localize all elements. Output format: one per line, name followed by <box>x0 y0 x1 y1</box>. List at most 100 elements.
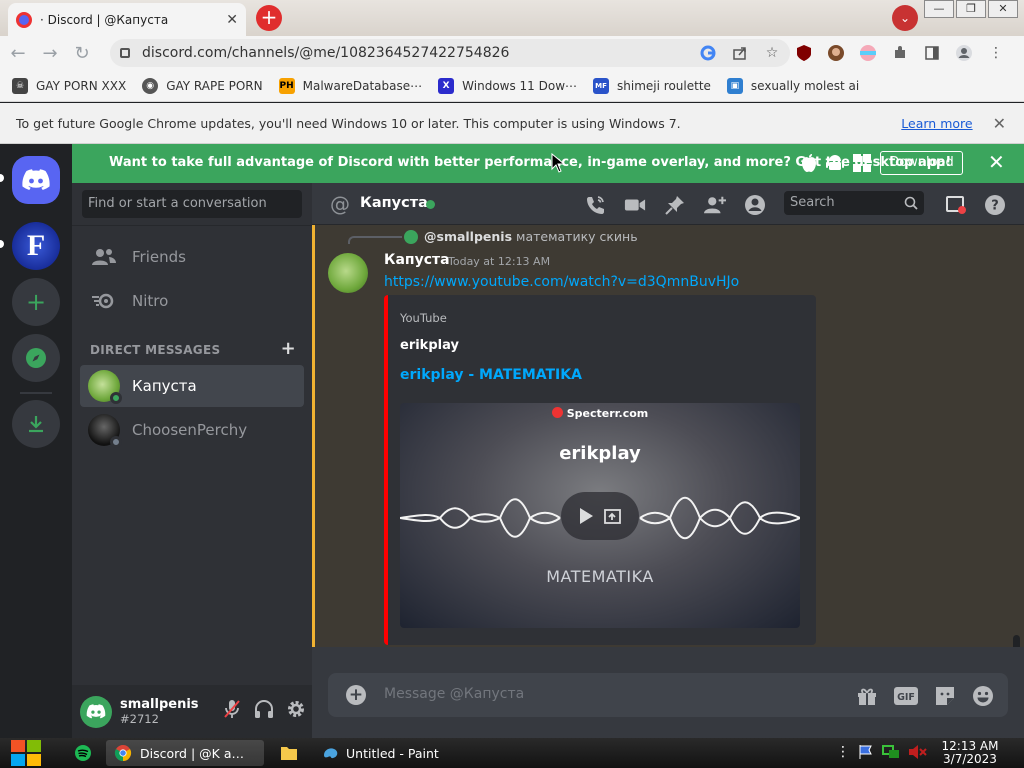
lock-icon[interactable] <box>120 48 130 58</box>
thumbnail-channel: erikplay <box>559 443 641 464</box>
embed-provider[interactable]: YouTube <box>400 311 447 325</box>
channel-name[interactable]: Капуста <box>360 195 428 211</box>
restore-button[interactable]: ❐ <box>956 0 986 18</box>
svg-text:GIF: GIF <box>897 692 915 703</box>
infobar-close-icon[interactable]: ✕ <box>993 114 1006 133</box>
explorer-task[interactable] <box>272 740 306 766</box>
attach-plus-icon[interactable]: + <box>346 685 366 705</box>
online-status-icon <box>110 392 122 404</box>
user-tag: #2712 <box>120 712 159 726</box>
chrome-menu-icon[interactable]: ⋮ <box>986 43 1006 63</box>
minimize-button[interactable]: — <box>924 0 954 18</box>
message-author[interactable]: Капуста <box>384 252 450 268</box>
extensions-puzzle-icon[interactable] <box>890 43 910 63</box>
skull-icon: ☠ <box>12 77 28 94</box>
help-icon[interactable]: ? <box>984 194 1006 216</box>
bookmark-star-icon[interactable]: ☆ <box>762 43 782 63</box>
bookmark-item[interactable]: ☠ GAY PORN XXX <box>12 77 126 94</box>
address-bar[interactable]: discord.com/channels/@me/108236452742275… <box>110 39 790 67</box>
bookmark-item[interactable]: ▣ sexually molest ai <box>726 77 859 94</box>
back-arrow-icon[interactable]: ← <box>4 43 32 64</box>
username: smallpenis <box>120 697 199 712</box>
taskbar-clock[interactable]: 12:13 AM 3/7/2023 <box>930 740 1010 766</box>
chat-search-input[interactable]: Search <box>784 191 924 215</box>
learn-more-link[interactable]: Learn more <box>901 116 972 131</box>
download-apps-button[interactable] <box>12 400 60 448</box>
new-tab-button[interactable]: + <box>256 5 282 31</box>
bookmark-item[interactable]: ◉ GAY RAPE PORN <box>142 77 263 94</box>
create-dm-plus-icon[interactable]: + <box>281 340 296 358</box>
gif-icon[interactable]: GIF <box>894 685 918 707</box>
extension-avatar-icon[interactable] <box>826 43 846 63</box>
explore-servers-button[interactable] <box>12 334 60 382</box>
inbox-icon[interactable] <box>945 194 967 216</box>
message-input[interactable]: Message @Капуста <box>384 686 524 702</box>
bookmark-item[interactable]: PH MalwareDatabase⋯ <box>278 77 422 94</box>
message-author-avatar[interactable] <box>328 253 368 293</box>
user-info[interactable]: smallpenis #2712 <box>120 697 199 726</box>
user-profile-icon[interactable] <box>744 194 766 216</box>
play-icon <box>580 508 593 524</box>
network-icon[interactable] <box>882 744 900 760</box>
add-server-button[interactable]: + <box>12 278 60 326</box>
tab-title: · Discord | @Капуста <box>40 12 169 27</box>
profile-icon[interactable] <box>954 43 974 63</box>
search-icon <box>904 196 918 210</box>
dm-item-choosenperchy[interactable]: ChoosenPerchy <box>80 409 304 451</box>
discord-home-button[interactable] <box>12 156 60 204</box>
side-panel-icon[interactable] <box>922 43 942 63</box>
find-conversation-input[interactable]: Find or start a conversation <box>82 190 302 218</box>
tray-overflow-icon[interactable]: ⋮ <box>836 744 850 760</box>
forward-arrow-icon[interactable]: → <box>36 43 64 64</box>
youtube-link[interactable]: https://www.youtube.com/watch?v=d3QmnBuv… <box>384 274 739 290</box>
clock-date: 3/7/2023 <box>943 752 997 766</box>
close-window-button[interactable]: ✕ <box>988 0 1018 18</box>
emoji-icon[interactable] <box>972 685 994 707</box>
message-input-box[interactable]: + Message @Капуста GIF <box>328 673 1008 717</box>
share-icon[interactable] <box>730 43 750 63</box>
mute-mic-icon[interactable] <box>222 699 242 719</box>
video-call-icon[interactable] <box>624 194 646 216</box>
task-label: Untitled - Paint <box>346 745 439 761</box>
video-thumbnail[interactable]: Specterr.com erikplay MATEMATIKA <box>400 403 800 628</box>
download-app-button[interactable]: Download <box>880 151 963 175</box>
play-button[interactable] <box>561 492 639 540</box>
paint-task[interactable]: Untitled - Paint <box>314 740 454 766</box>
chrome-icon <box>114 745 132 762</box>
thumbnail-title: MATEMATIKA <box>546 567 654 586</box>
dm-item-kapusta[interactable]: Капуста <box>80 365 304 407</box>
settings-gear-icon[interactable] <box>286 699 306 719</box>
google-icon[interactable] <box>698 43 718 63</box>
bookmark-item[interactable]: MF shimeji roulette <box>593 77 711 94</box>
voice-call-icon[interactable] <box>584 194 606 216</box>
tab-close-icon[interactable]: ✕ <box>226 12 238 28</box>
server-f-icon[interactable]: F <box>12 222 60 270</box>
pin-icon[interactable] <box>664 194 686 216</box>
banner-close-icon[interactable]: ✕ <box>988 150 1005 174</box>
friends-nav-item[interactable]: Friends <box>80 236 304 278</box>
sticker-icon[interactable] <box>934 685 956 707</box>
browser-tab-discord[interactable]: · Discord | @Капуста ✕ <box>8 3 246 36</box>
pride-extension-icon[interactable] <box>858 43 878 63</box>
spotify-task[interactable] <box>66 740 100 766</box>
url-text[interactable]: discord.com/channels/@me/108236452742275… <box>142 45 509 61</box>
add-friend-to-dm-icon[interactable] <box>704 194 726 216</box>
volume-muted-icon[interactable] <box>908 744 928 760</box>
browser-tab-strip: · Discord | @Капуста ✕ + ⌄ — ❐ ✕ <box>0 0 1024 36</box>
tab-search-button[interactable]: ⌄ <box>892 5 918 31</box>
ublock-icon[interactable] <box>794 43 814 63</box>
toolbar-icons: ☆ ⋮ <box>698 36 1006 70</box>
gift-icon[interactable] <box>856 685 878 707</box>
replied-message[interactable]: @smallpenis математику скинь <box>404 229 638 244</box>
chat-header: @ Капуста Search ? <box>312 183 1024 225</box>
chrome-task[interactable]: Discord | @K a… <box>106 740 264 766</box>
headphones-icon[interactable] <box>254 699 274 719</box>
embed-title[interactable]: erikplay - MATEMATIKA <box>400 367 582 383</box>
embed-author[interactable]: erikplay <box>400 338 459 353</box>
reload-icon[interactable]: ↻ <box>68 43 96 64</box>
user-avatar[interactable] <box>80 695 112 728</box>
bookmark-item[interactable]: X Windows 11 Dow⋯ <box>438 77 577 94</box>
nitro-nav-item[interactable]: Nitro <box>80 280 304 322</box>
start-button[interactable] <box>10 738 42 768</box>
action-center-flag-icon[interactable] <box>858 744 874 760</box>
